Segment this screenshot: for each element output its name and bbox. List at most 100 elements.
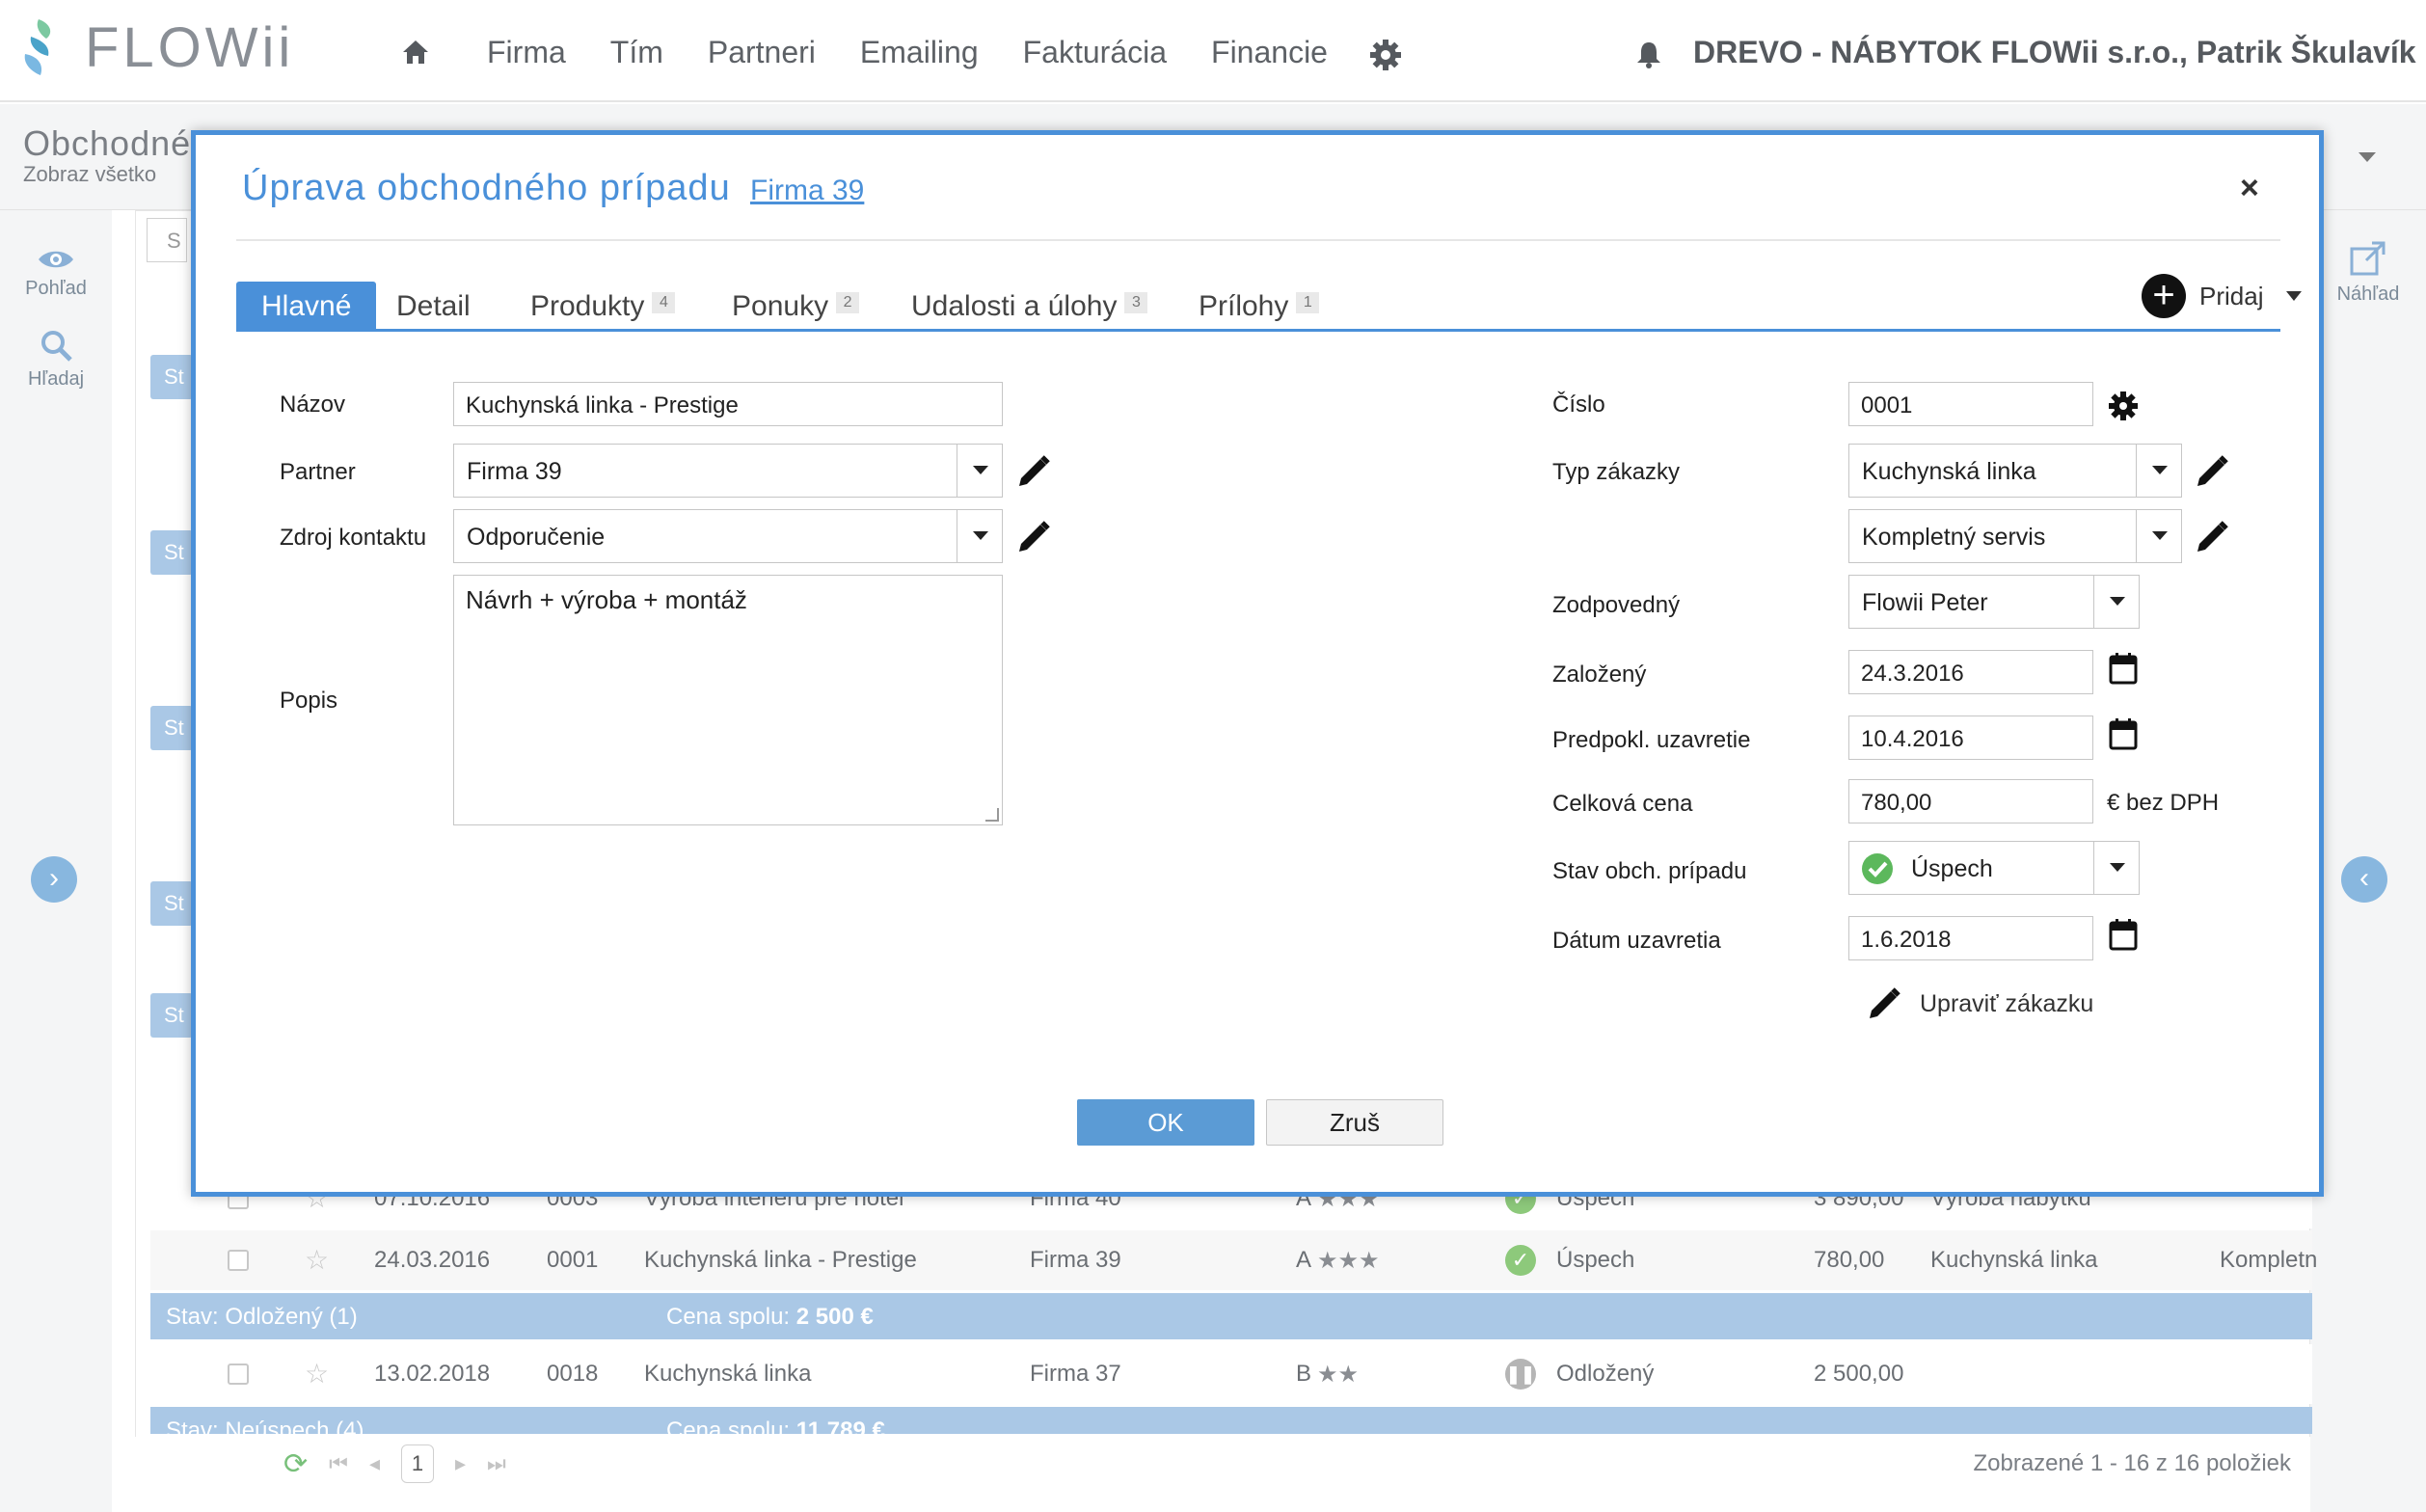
dialog-tabs: Hlavné Detail Produkty 4 Ponuky 2 Udalosti… xyxy=(236,274,2303,332)
home-icon[interactable] xyxy=(401,39,430,66)
show-all-link[interactable]: Zobraz všetko xyxy=(23,162,156,187)
chevron-down-icon[interactable] xyxy=(2093,842,2139,894)
tab-label: Prílohy xyxy=(1199,290,1289,322)
row-checkbox[interactable] xyxy=(228,1364,249,1385)
partner-label: Partner xyxy=(280,459,356,485)
rating-stars: ★★★ xyxy=(1317,1248,1380,1274)
group-sum: Cena spolu: 2 500 € xyxy=(666,1304,874,1331)
order-type-select[interactable]: Kuchynská linka xyxy=(1848,444,2182,498)
responsible-select[interactable]: Flowii Peter xyxy=(1848,575,2140,629)
tab-ponuky[interactable]: Ponuky 2 xyxy=(732,282,860,330)
last-page-icon[interactable]: ⏭ xyxy=(487,1451,506,1476)
closed-date-input[interactable]: 1.6.2018 xyxy=(1848,916,2093,960)
group-bar-stub: St xyxy=(150,530,193,575)
partner-link[interactable]: Firma 39 xyxy=(750,175,864,207)
nav-link-emailing[interactable]: Emailing xyxy=(860,35,979,70)
row-price: 780,00 xyxy=(1814,1247,1885,1273)
created-date-input[interactable]: 24.3.2016 xyxy=(1848,650,2093,694)
tab-label: Produkty xyxy=(530,290,645,322)
notification-bell-icon[interactable] xyxy=(1635,40,1662,69)
row-rank: B xyxy=(1296,1361,1312,1387)
name-input[interactable]: Kuchynská linka - Prestige xyxy=(453,382,1003,426)
nav-link-tim[interactable]: Tím xyxy=(610,35,663,70)
expand-left-arrow-icon[interactable]: › xyxy=(31,856,77,903)
prev-page-icon[interactable]: ◂ xyxy=(369,1451,380,1476)
cancel-button[interactable]: Zruš xyxy=(1266,1099,1443,1146)
tab-udalosti[interactable]: Udalosti a úlohy 3 xyxy=(911,282,1148,330)
refresh-icon[interactable]: ⟳ xyxy=(283,1447,308,1481)
group-bar-stub: St xyxy=(150,355,193,399)
row-status: Úspech xyxy=(1556,1247,1635,1273)
edit-pencil-icon[interactable] xyxy=(2194,453,2230,490)
row-number: 0018 xyxy=(547,1361,599,1387)
edit-pencil-icon[interactable] xyxy=(1015,453,1052,490)
calendar-icon[interactable] xyxy=(2109,652,2138,685)
search-toggle[interactable]: Hľadaj xyxy=(0,328,112,391)
row-partner: Firma 39 xyxy=(1030,1247,1121,1273)
next-page-icon[interactable]: ▸ xyxy=(455,1451,466,1476)
items-count: Zobrazené 1 - 16 z 16 položiek xyxy=(1973,1450,2291,1476)
description-textarea[interactable]: Návrh + výroba + montáž xyxy=(453,575,1003,825)
flowii-logo[interactable]: FLOWii xyxy=(21,15,294,80)
chevron-down-icon[interactable] xyxy=(2136,445,2181,497)
divider xyxy=(236,239,2280,241)
view-label: Pohľad xyxy=(25,278,87,299)
flowii-logo-icon xyxy=(21,17,71,79)
tab-badge: 1 xyxy=(1296,292,1320,313)
responsible-label: Zodpovedný xyxy=(1552,592,1681,618)
company-user-name[interactable]: DREVO - NÁBYTOK FLOWii s.r.o., Patrik Šk… xyxy=(1693,35,2416,70)
partner-select[interactable]: Firma 39 xyxy=(453,444,1003,498)
collapse-right-arrow-icon[interactable]: ‹ xyxy=(2341,856,2387,903)
contact-source-select[interactable]: Odporučenie xyxy=(453,509,1003,563)
favorite-star-icon[interactable]: ☆ xyxy=(305,1244,329,1276)
chevron-down-icon[interactable] xyxy=(957,445,1002,497)
group-bar-deferred[interactable]: Stav: Odložený (1) Cena spolu: 2 500 € xyxy=(150,1293,2312,1339)
chevron-down-icon[interactable] xyxy=(2136,510,2181,562)
nav-link-fakturacia[interactable]: Fakturácia xyxy=(1023,35,1167,70)
tab-produkty[interactable]: Produkty 4 xyxy=(530,282,676,330)
nav-link-financie[interactable]: Financie xyxy=(1211,35,1328,70)
chevron-down-icon[interactable] xyxy=(2359,152,2376,162)
deal-state-select[interactable]: Úspech xyxy=(1848,841,2140,895)
number-input[interactable]: 0001 xyxy=(1848,382,2093,426)
left-sidebar: Pohľad Hľadaj › xyxy=(0,210,112,1512)
favorite-star-icon[interactable]: ☆ xyxy=(305,1358,329,1390)
nav-link-partneri[interactable]: Partneri xyxy=(708,35,816,70)
ok-button[interactable]: OK xyxy=(1077,1099,1254,1146)
row-rank: A xyxy=(1296,1247,1312,1273)
row-checkbox[interactable] xyxy=(228,1250,249,1271)
chevron-down-icon[interactable] xyxy=(957,510,1002,562)
nav-link-firma[interactable]: Firma xyxy=(487,35,566,70)
tab-label: Ponuky xyxy=(732,290,829,322)
partner-select-value: Firma 39 xyxy=(467,458,562,485)
search-box-stub[interactable]: S xyxy=(147,218,187,262)
edit-pencil-icon[interactable] xyxy=(1015,519,1052,555)
close-icon[interactable]: × xyxy=(2240,170,2259,207)
view-toggle[interactable]: Pohľad xyxy=(0,247,112,300)
edit-order-button[interactable]: Upraviť zákazku xyxy=(1866,986,2093,1022)
calendar-icon[interactable] xyxy=(2109,717,2138,750)
group-bar-stub: St xyxy=(150,881,193,926)
first-page-icon[interactable]: ⏮ xyxy=(329,1451,348,1476)
tab-detail[interactable]: Detail xyxy=(396,282,471,330)
expected-close-input[interactable]: 10.4.2016 xyxy=(1848,716,2093,760)
group-bar-failed[interactable]: Stav: Neúspech (4) Cena spolu: 11 789 € xyxy=(150,1407,2312,1434)
settings-gear-icon[interactable] xyxy=(1369,39,1402,71)
chevron-down-icon[interactable] xyxy=(2093,576,2139,628)
preview-toggle[interactable]: Náhľad xyxy=(2310,239,2426,306)
tab-hlavne[interactable]: Hlavné xyxy=(236,282,377,330)
expected-close-label: Predpokl. uzavretie xyxy=(1552,727,1751,753)
settings-gear-icon[interactable] xyxy=(2107,390,2140,422)
total-price-input[interactable]: 780,00 xyxy=(1848,779,2093,824)
group-sum-value: 11 789 € xyxy=(795,1418,885,1434)
calendar-icon[interactable] xyxy=(2109,918,2138,951)
resize-grip-icon[interactable] xyxy=(985,808,999,822)
row-extra: Kompletn xyxy=(2220,1247,2318,1273)
tab-prilohy[interactable]: Prílohy 1 xyxy=(1199,282,1320,330)
table-row[interactable]: ☆ 13.02.2018 0018 Kuchynská linka Firma … xyxy=(150,1344,2312,1404)
edit-pencil-icon[interactable] xyxy=(2194,519,2230,555)
order-subtype-select[interactable]: Kompletný servis xyxy=(1848,509,2182,563)
page-number[interactable]: 1 xyxy=(401,1444,434,1483)
table-row[interactable]: ☆ 24.03.2016 0001 Kuchynská linka - Pres… xyxy=(150,1230,2317,1290)
add-dropdown-button[interactable]: + Pridaj xyxy=(2142,274,2303,318)
